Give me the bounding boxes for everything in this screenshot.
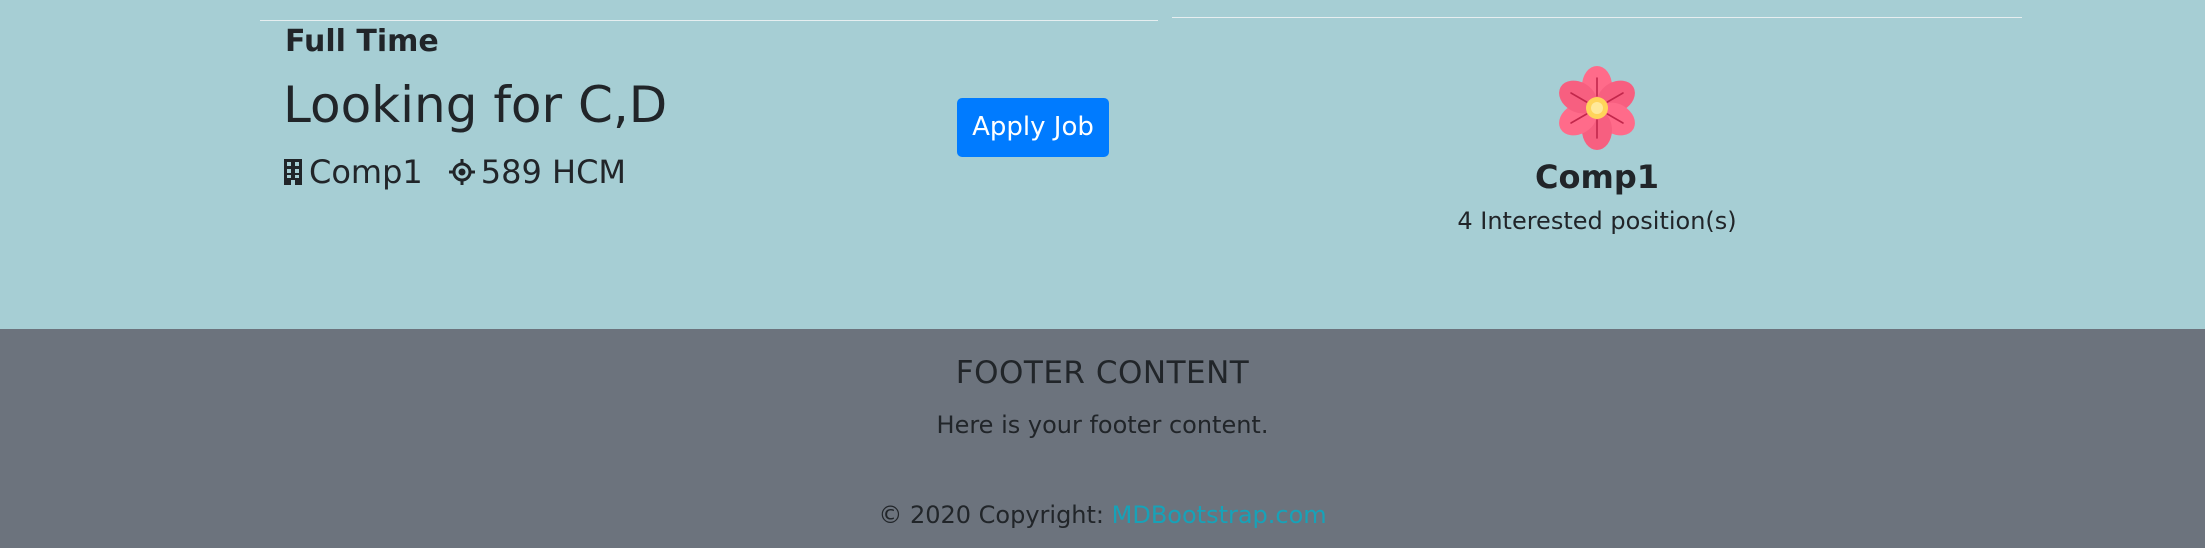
divider-line: [260, 20, 1158, 21]
mdbootstrap-link[interactable]: MDBootstrap.com: [1112, 501, 1327, 529]
company-card-name[interactable]: Comp1: [1397, 155, 1797, 199]
footer: FOOTER CONTENT Here is your footer conte…: [0, 329, 2205, 548]
copyright-text: © 2020 Copyright:: [878, 501, 1112, 529]
job-title[interactable]: Looking for C,D: [283, 73, 667, 137]
footer-text: Here is your footer content.: [936, 411, 1269, 439]
job-type: Full Time: [285, 24, 439, 59]
job-meta: Comp1 589 HCM: [283, 152, 626, 192]
pink-flower-logo[interactable]: [1556, 64, 1638, 152]
job-section: Full Time Looking for C,D Comp1 589 HCM …: [0, 0, 2205, 329]
company-interest-count: 4 Interested position(s): [1457, 207, 1737, 235]
building-icon: [283, 159, 303, 185]
apply-job-button[interactable]: Apply Job: [957, 98, 1109, 157]
footer-heading: FOOTER CONTENT: [955, 355, 1250, 391]
divider-line: [1172, 17, 2022, 18]
copyright: © 2020 Copyright: MDBootstrap.com: [0, 499, 2205, 531]
crosshair-location-icon: [448, 159, 475, 185]
company-card: Comp1 4 Interested position(s): [1397, 64, 1797, 237]
job-location: 589 HCM: [480, 153, 627, 191]
company-name[interactable]: Comp1: [309, 153, 423, 191]
